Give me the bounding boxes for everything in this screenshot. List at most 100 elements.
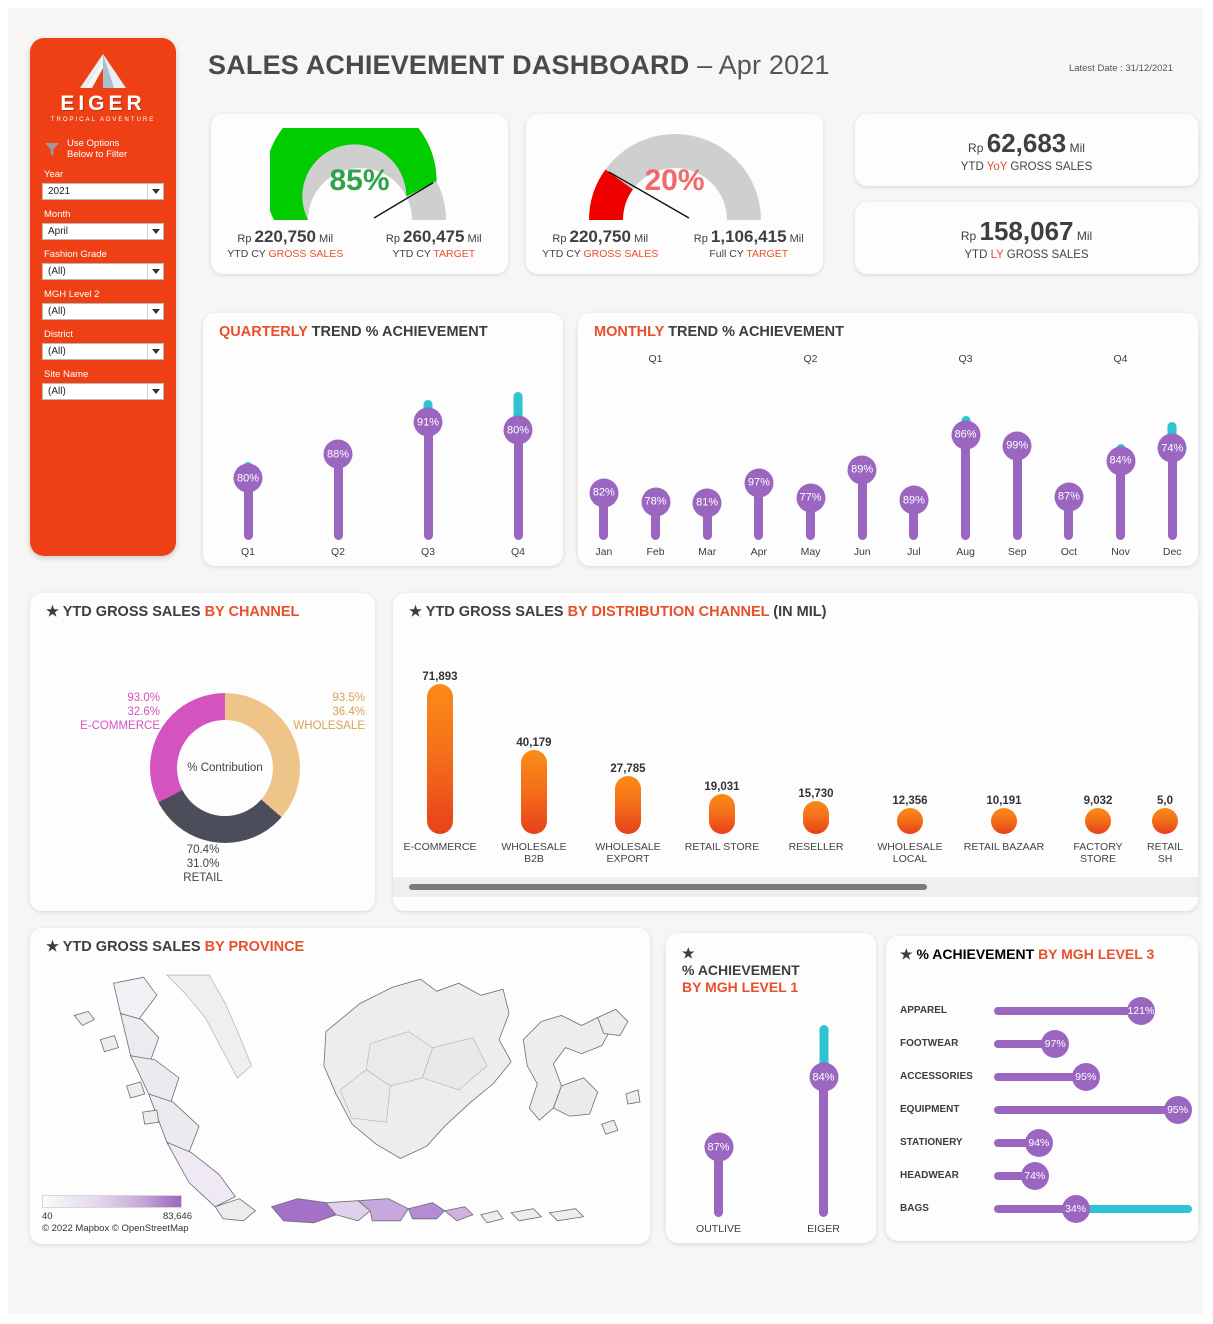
dashboard-root: EIGER TROPICAL ADVENTURE Use Options Bel…	[8, 8, 1203, 1314]
scrollbar-thumb[interactable]	[409, 884, 927, 890]
value-bubble: 77%	[796, 483, 826, 513]
lollipop-item: 77% May	[785, 375, 837, 566]
chevron-down-icon[interactable]	[147, 184, 163, 199]
chevron-down-icon[interactable]	[147, 344, 163, 359]
filter-select-year[interactable]: 2021	[42, 183, 164, 200]
kpi-value: Rp 1,106,415 Mil	[675, 227, 824, 247]
filter-hint: Use Options Below to Filter	[42, 138, 164, 160]
category-label: Nov	[1111, 546, 1130, 558]
value-bubble: 82%	[589, 478, 619, 508]
lollipop-item: 89% Jun	[836, 375, 888, 566]
distribution-bar-chart: 71,893 E-COMMERCE 40,179 WHOLESALE B2B 27…	[393, 635, 1198, 867]
bar	[803, 801, 829, 834]
mgh3-category-label: FOOTWEAR	[900, 1038, 959, 1049]
filter-select-site-name[interactable]: (All)	[42, 383, 164, 400]
contribution-pct: 36.4%	[332, 706, 365, 718]
horizontal-scrollbar[interactable]	[393, 877, 1198, 897]
star-icon: ★	[900, 946, 917, 962]
kpi-card-ytd-ly-gross-sales: Rp 158,067 Mil YTD LY GROSS SALES	[855, 202, 1198, 274]
bar-item: 19,031 RETAIL STORE	[675, 635, 769, 867]
bar	[1085, 808, 1111, 834]
map-attribution: © 2022 Mapbox © OpenStreetMap	[42, 1223, 189, 1234]
achievement-by-mgh-level-1-card: ★ % ACHIEVEMENT BY MGH LEVEL 1 87% OUTLI…	[666, 933, 876, 1243]
bar-label: RETAIL SH	[1147, 841, 1183, 865]
category-label: Aug	[956, 546, 975, 558]
filter-select-district[interactable]: (All)	[42, 343, 164, 360]
kpi-ytd-cy-gross-sales: Rp 220,750 Mil YTD CY GROSS SALES	[526, 227, 675, 260]
bar-value: 12,356	[892, 795, 928, 807]
category-label: Q1	[240, 546, 255, 558]
filter-label-fashion-grade: Fashion Grade	[44, 249, 107, 260]
bar-item: 27,785 WHOLESALE EXPORT	[581, 635, 675, 867]
chevron-down-icon[interactable]	[147, 224, 163, 239]
unit-suffix: Mil	[1076, 228, 1093, 243]
filter-value-mgh-level-2: (All)	[48, 306, 66, 317]
mgh3-category-label: APPAREL	[900, 1005, 948, 1016]
donut-label-e-commerce: 93.0% 32.6% E-COMMERCE	[50, 691, 160, 733]
mgh3-row: APPAREL 121%	[886, 994, 1198, 1027]
bar-value: 71,893	[422, 671, 458, 683]
value-stem: 84%	[809, 1025, 838, 1217]
mgh3-bar-track: 97%	[994, 1029, 1198, 1058]
logo-tagline: TROPICAL ADVENTURE	[50, 115, 156, 123]
slice-name: E-COMMERCE	[80, 720, 160, 732]
bar	[1152, 808, 1178, 834]
lollipop-item: 74% Dec	[1146, 375, 1198, 566]
mgh3-value-bubble: 34%	[1061, 1194, 1090, 1223]
lollipop-item: 86% Aug	[940, 375, 992, 566]
bar-label: RESELLER	[788, 841, 844, 853]
gross-sales-by-province-card: ★ YTD GROSS SALES BY PROVINCE 40 83,646 …	[30, 928, 650, 1244]
filter-select-fashion-grade[interactable]: (All)	[42, 263, 164, 280]
kpi-value: Rp 220,750 Mil	[211, 227, 360, 247]
mgh1-lollipop-chart: 87% OUTLIVE 84% EIGER	[666, 1013, 876, 1243]
mgh1-title-line2: BY MGH LEVEL 1	[682, 979, 799, 995]
chevron-down-icon[interactable]	[147, 304, 163, 319]
mgh3-bar-track: 74%	[994, 1161, 1198, 1190]
filter-select-month[interactable]: April	[42, 223, 164, 240]
category-label: Jul	[907, 546, 921, 558]
lollipop-item: 81% Mar	[681, 375, 733, 566]
value-bubble: 91%	[413, 407, 443, 437]
value-bubble: 87%	[704, 1132, 733, 1162]
kpi-ytd-cy-target: Rp 260,475 Mil YTD CY TARGET	[360, 227, 509, 260]
value-stem: 88%	[323, 439, 353, 540]
amount: 1,106,415	[710, 227, 787, 246]
chevron-down-icon[interactable]	[147, 264, 163, 279]
achievement-by-mgh-level-3-card: ★ % ACHIEVEMENT BY MGH LEVEL 3 APPAREL 1…	[886, 936, 1198, 1241]
page-title-main: SALES ACHIEVEMENT DASHBOARD	[208, 50, 690, 80]
gauge-kpis: Rp 220,750 Mil YTD CY GROSS SALES Rp 1,1…	[526, 227, 823, 260]
bar	[427, 684, 453, 834]
bar-item: 12,356 WHOLESALE LOCAL	[863, 635, 957, 867]
filter-select-mgh-level-2[interactable]: (All)	[42, 303, 164, 320]
filter-value-year: 2021	[48, 186, 71, 197]
bar-item: 9,032 FACTORY STORE	[1051, 635, 1145, 867]
category-label: Jun	[853, 546, 871, 558]
legend-max: 83,646	[162, 1211, 192, 1222]
legend-min: 40	[42, 1211, 53, 1222]
category-label: Dec	[1162, 546, 1182, 558]
bar	[709, 794, 735, 834]
value-stem: 80%	[503, 392, 533, 540]
chevron-down-icon[interactable]	[147, 384, 163, 399]
mgh3-row: EQUIPMENT 95%	[886, 1093, 1198, 1126]
bar-label: WHOLESALE EXPORT	[595, 841, 661, 865]
value-stem: 86%	[951, 416, 981, 540]
bar-item: 10,191 RETAIL BAZAAR	[957, 635, 1051, 867]
value-bubble: 81%	[692, 488, 722, 518]
category-label: OUTLIVE	[696, 1223, 741, 1235]
page-title-period: – Apr 2021	[697, 50, 830, 80]
unit-suffix: Mil	[1069, 140, 1085, 155]
bar-label: E-COMMERCE	[403, 841, 477, 853]
value-stem: 82%	[589, 478, 619, 540]
lollipop-item: 84% Nov	[1095, 375, 1147, 566]
monthly-lollipop-chart: 82% Jan 78% Feb 81% Mar 97% Apr 77% May …	[578, 375, 1198, 566]
quarterly-lollipop-chart: 80% Q1 88% Q2 91% Q3 80% Q4	[203, 353, 563, 566]
value-stem: 87%	[1054, 482, 1084, 540]
lollipop-item: 82% Jan	[578, 375, 630, 566]
value-stem: 99%	[1002, 431, 1032, 540]
filter-hint-text: Use Options Below to Filter	[67, 138, 127, 160]
mgh3-title: ★ % ACHIEVEMENT BY MGH LEVEL 3	[900, 946, 1155, 962]
currency-prefix: Rp	[237, 233, 252, 245]
value-bubble: 78%	[641, 487, 670, 517]
mgh3-target-extension	[1075, 1204, 1192, 1213]
